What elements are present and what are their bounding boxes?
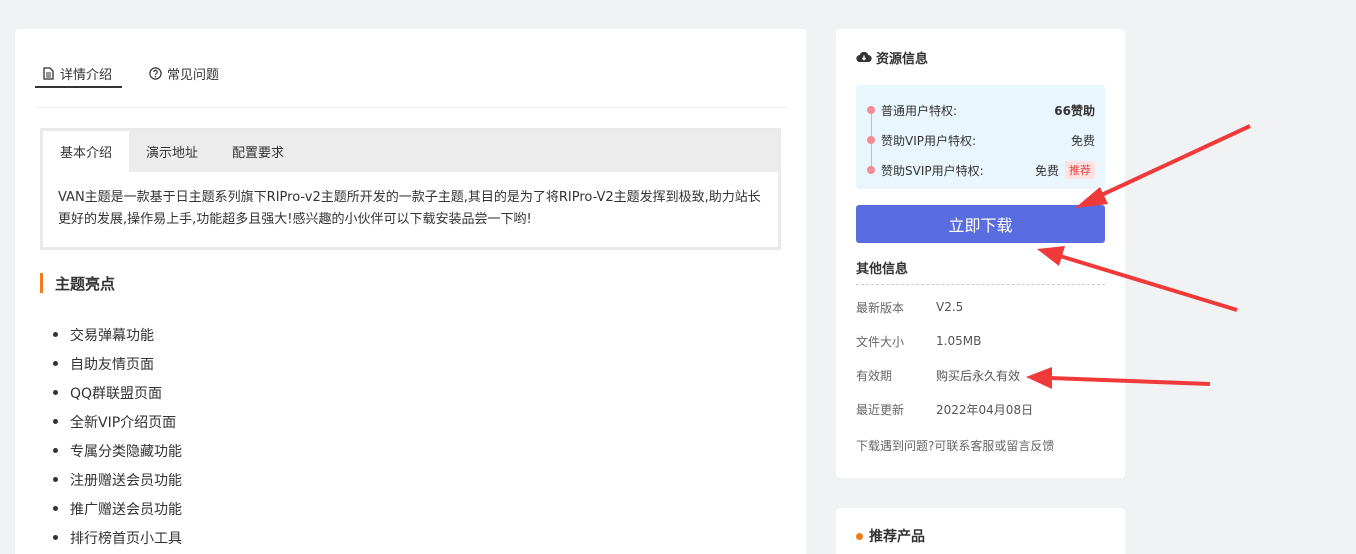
intro-panel: 基本介绍 演示地址 配置要求 VAN主题是一款基于日主题系列旗下RIPro-v2… (40, 128, 781, 250)
privilege-box: 普通用户特权: 66赞助 赞助VIP用户特权: 免费 赞助SVIP用户特权: 免… (856, 85, 1105, 189)
intro-tabs: 基本介绍 演示地址 配置要求 (43, 131, 778, 172)
list-item: 注册赠送会员功能 (53, 465, 182, 494)
question-circle-icon (149, 66, 162, 80)
bullet-icon (53, 477, 58, 482)
download-button[interactable]: 立即下载 (856, 205, 1105, 243)
bullet-icon (53, 332, 58, 337)
tab-basic-intro[interactable]: 基本介绍 (43, 131, 130, 172)
timeline-dot (867, 166, 875, 174)
section-heading-text: 主题亮点 (55, 274, 116, 293)
section-heading: 主题亮点 (40, 272, 115, 294)
privilege-row: 普通用户特权: 66赞助 (867, 100, 1095, 120)
list-item: 自助友情页面 (53, 349, 182, 378)
resource-card: 资源信息 普通用户特权: 66赞助 赞助VIP用户特权: 免费 赞助SVIP用户… (836, 29, 1125, 478)
privilege-row: 赞助VIP用户特权: 免费 (867, 130, 1095, 150)
active-tab-indicator (35, 86, 122, 88)
section-accent-bar (40, 273, 43, 293)
list-item: 排行榜首页小工具 (53, 523, 182, 552)
bullet-icon (53, 361, 58, 366)
timeline-dot (867, 136, 875, 144)
bullet-icon (53, 448, 58, 453)
list-item: QQ群联盟页面 (53, 378, 182, 407)
other-info-title: 其他信息 (856, 262, 909, 277)
feature-list: 交易弹幕功能 自助友情页面 QQ群联盟页面 全新VIP介绍页面 专属分类隐藏功能… (53, 320, 182, 552)
list-item: 专属分类隐藏功能 (53, 436, 182, 465)
divider (856, 284, 1105, 285)
meta-row-size: 文件大小 1.05MB (856, 334, 982, 349)
cloud-download-icon (856, 51, 872, 63)
bullet-icon (53, 390, 58, 395)
tab-faq-label: 常见问题 (167, 67, 220, 83)
content-card: 详情介绍 常见问题 基本介绍 演示地址 配置要求 VAN主题是一款基于日主题系列… (15, 29, 806, 554)
orange-dot-icon (856, 532, 863, 540)
resource-title: 资源信息 (856, 47, 928, 67)
intro-text: VAN主题是一款基于日主题系列旗下RIPro-v2主题所开发的一款子主题,其目的… (58, 190, 761, 227)
recommend-card: 推荐产品 (836, 508, 1125, 554)
recommend-title: 推荐产品 (856, 526, 925, 546)
tab-demo-address[interactable]: 演示地址 (129, 131, 215, 172)
bullet-icon (53, 419, 58, 424)
tab-config-requirements[interactable]: 配置要求 (215, 131, 301, 172)
meta-row-updated: 最近更新 2022年04月08日 (856, 402, 1034, 417)
privilege-row: 赞助SVIP用户特权: 免费 推荐 (867, 160, 1095, 180)
list-item: 推广赠送会员功能 (53, 494, 182, 523)
bullet-icon (53, 535, 58, 540)
help-text: 下载遇到问题?可联系客服或留言反馈 (856, 439, 1055, 453)
list-item: 全新VIP介绍页面 (53, 407, 182, 436)
tab-faq[interactable]: 常见问题 (149, 58, 219, 88)
meta-row-version: 最新版本 V2.5 (856, 300, 964, 315)
detail-tabs: 详情介绍 常见问题 (35, 29, 787, 108)
bullet-icon (53, 506, 58, 511)
timeline-dot (867, 106, 875, 114)
document-icon (43, 66, 54, 80)
meta-row-validity: 有效期 购买后永久有效 (856, 368, 1021, 383)
recommend-badge: 推荐 (1065, 161, 1095, 179)
tab-details[interactable]: 详情介绍 (42, 58, 112, 88)
tab-details-label: 详情介绍 (60, 67, 113, 83)
list-item: 交易弹幕功能 (53, 320, 182, 349)
